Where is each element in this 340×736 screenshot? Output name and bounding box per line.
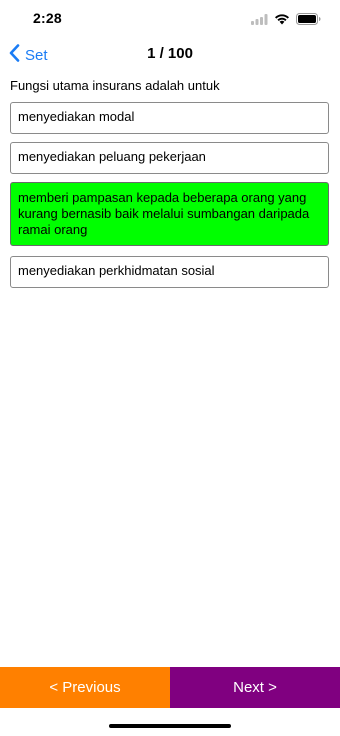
answer-option-2[interactable]: menyediakan peluang pekerjaan <box>10 142 329 174</box>
navigation-bar: Set 1 / 100 <box>0 40 340 70</box>
answer-option-3-selected[interactable]: memberi pampasan kepada beberapa orang y… <box>10 182 329 246</box>
home-indicator[interactable] <box>109 724 231 728</box>
question-text: Fungsi utama insurans adalah untuk <box>10 78 220 93</box>
bottom-navigation: < Previous Next > <box>0 667 340 708</box>
answer-option-label: menyediakan modal <box>18 109 135 124</box>
battery-icon <box>296 12 321 30</box>
answer-option-4[interactable]: menyediakan perkhidmatan sosial <box>10 256 329 288</box>
answer-option-1[interactable]: menyediakan modal <box>10 102 329 134</box>
status-time: 2:28 <box>33 10 62 26</box>
answer-options: menyediakan modal menyediakan peluang pe… <box>10 102 329 296</box>
status-bar: 2:28 <box>0 0 340 40</box>
answer-option-label: menyediakan peluang pekerjaan <box>18 149 206 164</box>
wifi-icon <box>274 12 290 30</box>
previous-button[interactable]: < Previous <box>0 667 170 708</box>
answer-option-label: memberi pampasan kepada beberapa orang y… <box>18 190 310 237</box>
cellular-icon <box>251 12 268 30</box>
next-button[interactable]: Next > <box>170 667 340 708</box>
status-icons <box>251 12 321 30</box>
answer-option-label: menyediakan perkhidmatan sosial <box>18 263 215 278</box>
page-title: 1 / 100 <box>147 45 193 62</box>
